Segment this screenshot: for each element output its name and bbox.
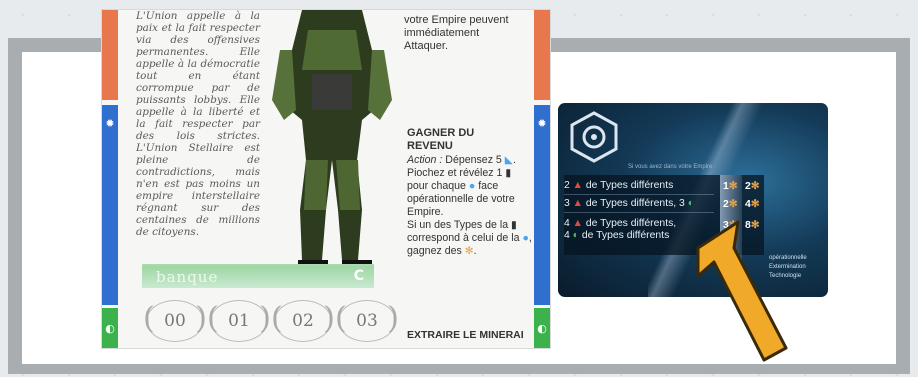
row-text: de Types différents (585, 180, 674, 191)
type-count: 3 (564, 198, 570, 209)
attack-icon: ▲ (572, 180, 583, 191)
body-part: pour chaque (407, 180, 469, 192)
stripe-green-left: ◐ (102, 308, 118, 348)
body-part: . (473, 245, 477, 257)
reward-value: 2✻ (745, 180, 760, 192)
gagner-revenu-body: Action : Dépensez 5 ◣. Piochez et révéle… (407, 154, 535, 258)
row-text: de Types différents (581, 230, 670, 241)
reward-value: 4✻ (745, 198, 760, 210)
resource-icon: ✻ (464, 245, 474, 257)
stripe-blue-left: ✹ (102, 105, 118, 305)
reward-row-1: 2 ▲ de Types différents (564, 180, 673, 192)
resource-icon: ✻ (750, 181, 760, 192)
stripe-green-right: ◐ (534, 308, 550, 348)
stripe-blue-right: ✹ (534, 105, 550, 305)
coin-icon: ◣ (504, 154, 513, 166)
card-icon: ▮ (511, 219, 517, 231)
effect-text-top: votre Empire peuvent immédiatement Attaq… (404, 14, 509, 52)
type-count: 4 (564, 230, 570, 241)
moon-icon: ◐ (105, 321, 115, 335)
card-subtitle: Si vous avez dans votre Empire (628, 164, 713, 170)
stripe-red-left (102, 10, 118, 100)
body-part: Si un des Types de la (407, 219, 512, 231)
row-text: de Types différents, (585, 218, 677, 229)
banque-slot: 03 (335, 300, 399, 342)
gear-icon: ✹ (537, 116, 547, 130)
type-count: 4 (564, 218, 570, 229)
card-icon: ▮ (505, 167, 512, 179)
reward-value: 1✻ (723, 180, 738, 192)
banque-slot: 01 (207, 300, 271, 342)
row-separator (564, 212, 714, 213)
reward-row-3: 4 ▲ de Types différents, 4 ◐ de Types di… (564, 218, 676, 242)
banque-label: banque (156, 268, 219, 286)
gagner-revenu-title: GAGNER DU REVENU (407, 127, 475, 152)
row-separator (564, 194, 714, 195)
type-count: 2 (564, 180, 570, 191)
resource-icon: ✻ (750, 199, 760, 210)
attack-icon: ▲ (572, 218, 583, 229)
action-label: Action : (407, 154, 443, 166)
stripe-red-right (534, 10, 550, 100)
row-text: de Types différents, 3 (585, 198, 685, 209)
resource-icon: ✻ (728, 199, 738, 210)
gear-icon: ✹ (105, 116, 115, 130)
banque-slot: 00 (143, 300, 207, 342)
emblem-icon (570, 111, 618, 163)
arrow-icon (696, 220, 788, 362)
soldier-illustration (272, 10, 392, 276)
moon-icon: ◐ (537, 321, 547, 335)
reward-row-2: 3 ▲ de Types différents, 3 ◐ (564, 198, 694, 210)
body-part: correspond à celui de la (407, 232, 523, 244)
banque-slot: 02 (271, 300, 335, 342)
banque-bar: banque C (142, 264, 374, 288)
banque-slots: 00 01 02 03 (143, 300, 399, 342)
extraire-title: EXTRAIRE LE MINERAI (407, 329, 524, 341)
moon-icon: ◐ (687, 198, 695, 209)
body-part: Dépensez 5 (442, 154, 505, 166)
resource-icon: ✻ (728, 181, 738, 192)
flavor-text: L'Union appelle à la paix et la fait res… (136, 10, 260, 238)
empire-card-left: ✹ ◐ ✹ ◐ L'Union appelle à la paix et la … (102, 10, 550, 348)
reward-value: 2✻ (723, 198, 738, 210)
moon-icon: ◐ (572, 230, 579, 241)
banque-icon: C (353, 268, 364, 284)
attack-icon: ▲ (572, 198, 583, 209)
